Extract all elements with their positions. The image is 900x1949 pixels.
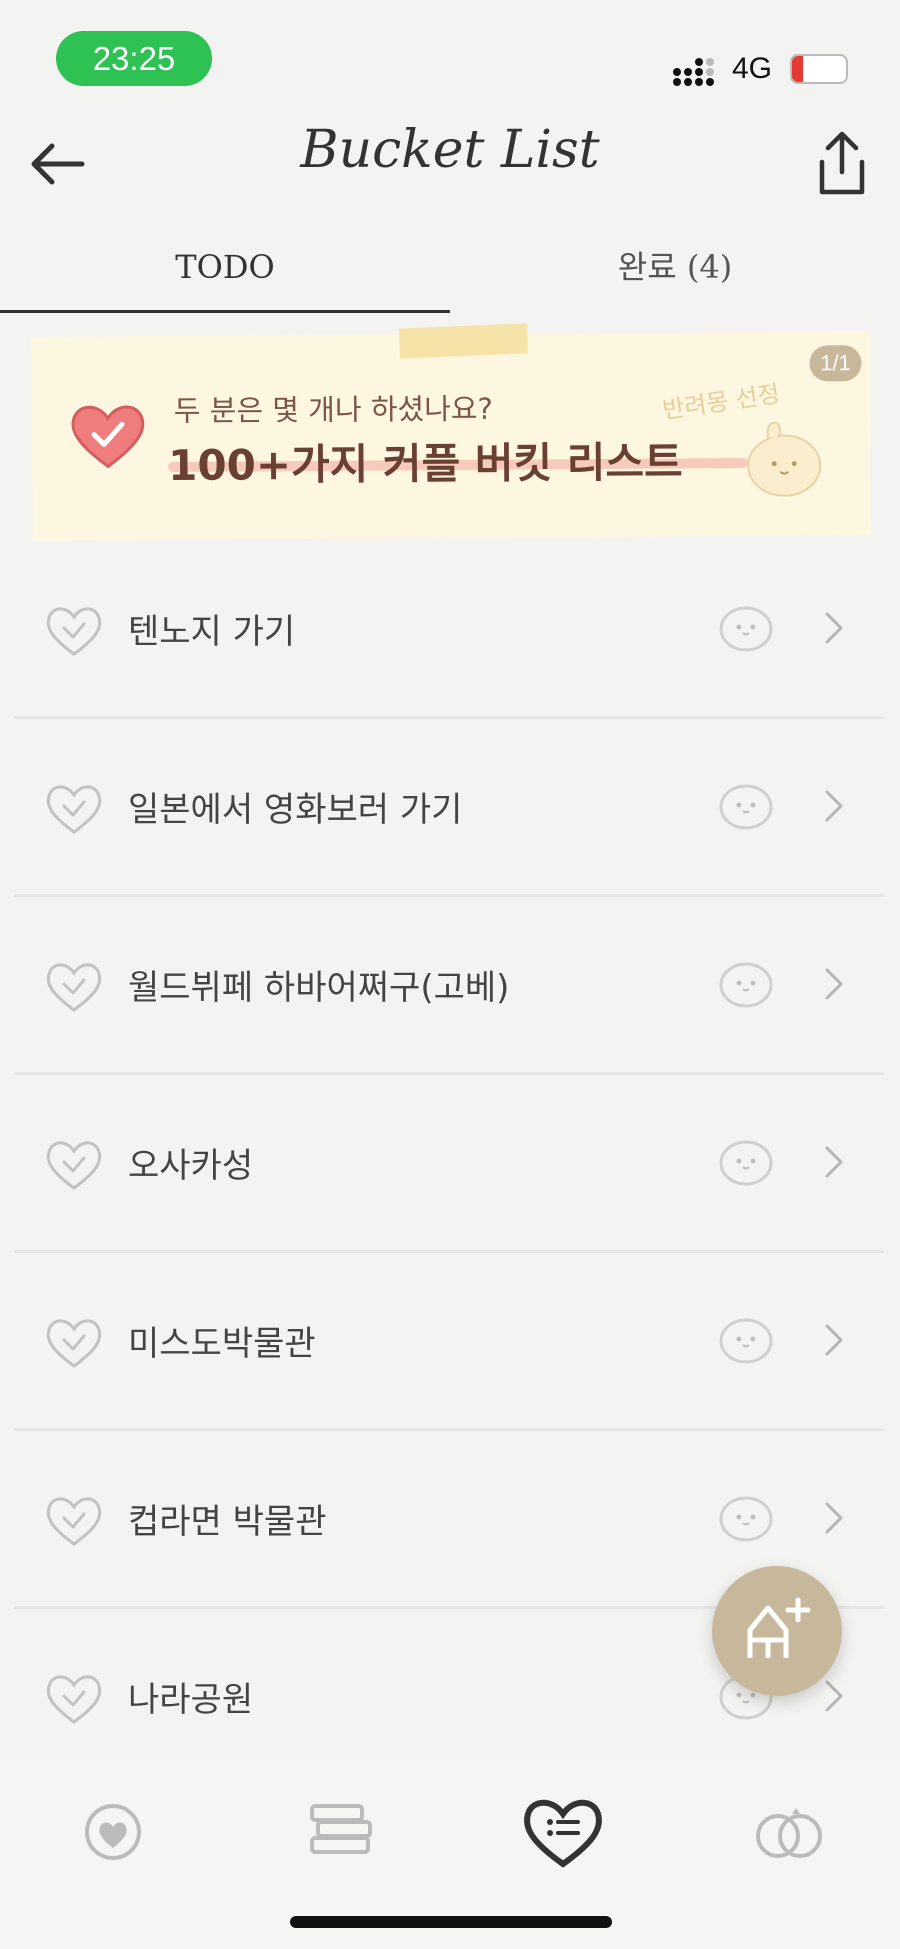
chevron-right-icon[interactable] xyxy=(822,1498,846,1538)
heart-check-icon xyxy=(71,405,145,469)
list-item-label: 텐노지 가기 xyxy=(128,612,296,652)
mascot-icon xyxy=(747,422,822,497)
face-icon[interactable] xyxy=(718,1314,774,1364)
divider xyxy=(14,716,884,719)
list-item[interactable]: 미스도박물관 xyxy=(0,1272,900,1450)
list-item-label: 나라공원 xyxy=(128,1680,254,1720)
list-item-label: 월드뷔페 하바어쩌구(고베) xyxy=(128,968,510,1008)
face-icon[interactable] xyxy=(718,602,774,652)
chevron-right-icon[interactable] xyxy=(822,964,846,1004)
page-title: Bucket List xyxy=(300,120,600,180)
banner-question: 두 분은 몇 개나 하셨나요? xyxy=(173,391,494,428)
heart-check-icon[interactable] xyxy=(44,1136,104,1192)
list-item-label: 오사카성 xyxy=(128,1146,254,1186)
heart-check-icon[interactable] xyxy=(44,602,104,658)
face-icon[interactable] xyxy=(718,958,774,1008)
divider xyxy=(14,1250,884,1253)
chevron-right-icon[interactable] xyxy=(822,1676,846,1716)
banner-page-indicator: 1/1 xyxy=(809,345,862,382)
banner-headline: 100+가지 커플 버킷 리스트 xyxy=(168,437,683,490)
status-time: 23:25 xyxy=(56,31,212,86)
heart-home-icon[interactable] xyxy=(68,1790,158,1870)
face-icon[interactable] xyxy=(718,1136,774,1186)
list-item-label: 컵라면 박물관 xyxy=(128,1502,327,1542)
chevron-right-icon[interactable] xyxy=(822,1320,846,1360)
header: Bucket List xyxy=(0,110,900,220)
promo-banner[interactable]: 두 분은 몇 개나 하셨나요? 100+가지 커플 버킷 리스트 반려몽 선정 … xyxy=(31,323,871,541)
divider xyxy=(14,1072,884,1075)
rings-icon[interactable] xyxy=(744,1790,834,1870)
add-bucket-icon xyxy=(747,1597,811,1658)
heart-check-icon[interactable] xyxy=(44,1314,104,1370)
list-item[interactable]: 오사카성 xyxy=(0,1094,900,1272)
chevron-right-icon[interactable] xyxy=(822,608,846,648)
share-icon[interactable] xyxy=(812,130,872,200)
heart-check-icon[interactable] xyxy=(44,1492,104,1548)
battery-text: 20 xyxy=(806,56,832,81)
book-stack-icon[interactable] xyxy=(298,1790,388,1870)
add-bucket-button[interactable] xyxy=(712,1566,842,1696)
face-icon[interactable] xyxy=(718,780,774,830)
tab-bar: TODO 완료 (4) xyxy=(0,240,900,315)
network-type: 4G xyxy=(732,52,773,85)
active-tab-indicator xyxy=(0,310,450,313)
heart-check-icon[interactable] xyxy=(44,1670,104,1726)
bucket-list-icon[interactable] xyxy=(518,1790,608,1870)
list-item[interactable]: 일본에서 영화보러 가기 xyxy=(0,738,900,916)
heart-check-icon[interactable] xyxy=(44,958,104,1014)
divider xyxy=(14,1428,884,1431)
arrow-left-icon[interactable] xyxy=(26,132,90,196)
tab-done[interactable]: 완료 (4) xyxy=(450,240,900,315)
chevron-right-icon[interactable] xyxy=(822,1142,846,1182)
status-bar: 23:25 4G 20 xyxy=(0,0,900,110)
list-item[interactable]: 월드뷔페 하바어쩌구(고베) xyxy=(0,916,900,1094)
list-item-label: 일본에서 영화보러 가기 xyxy=(128,790,463,830)
face-icon[interactable] xyxy=(718,1492,774,1542)
list-item[interactable]: 텐노지 가기 xyxy=(0,560,900,738)
chevron-right-icon[interactable] xyxy=(822,786,846,826)
battery-icon: 20 xyxy=(790,54,848,84)
tab-todo[interactable]: TODO xyxy=(0,240,450,315)
signal-icon xyxy=(673,58,714,86)
heart-check-icon[interactable] xyxy=(44,780,104,836)
list-item-label: 미스도박물관 xyxy=(128,1324,316,1364)
divider xyxy=(14,894,884,897)
home-indicator xyxy=(290,1916,612,1928)
tape-decoration xyxy=(398,323,528,359)
